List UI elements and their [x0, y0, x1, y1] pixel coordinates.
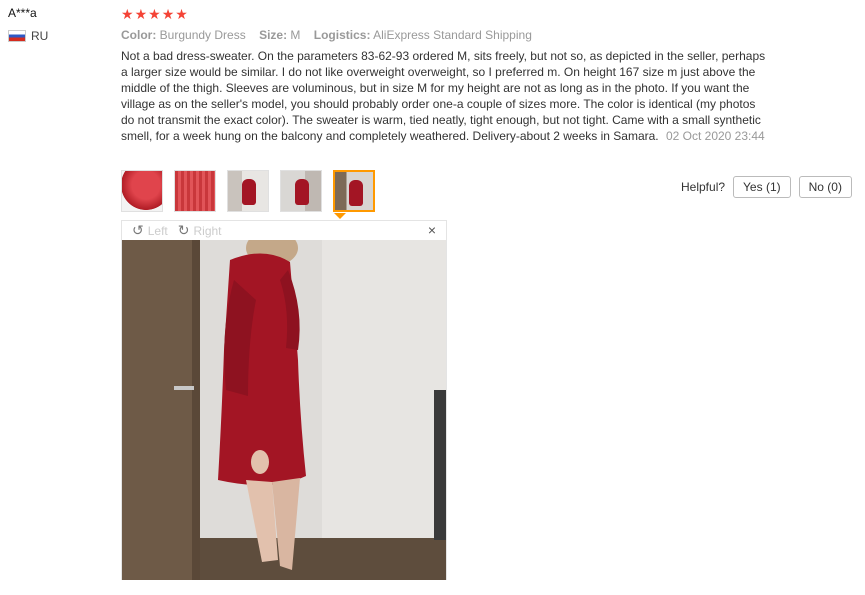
color-value: Burgundy Dress — [159, 28, 246, 42]
viewer-toolbar: ↺ Left ↻ Right × — [122, 221, 446, 240]
photo-thumb-3[interactable] — [227, 170, 269, 212]
star-icon: ★ — [161, 6, 175, 22]
rotate-left-icon: ↺ — [132, 222, 144, 238]
country-code: RU — [31, 29, 49, 43]
photo-thumb-5[interactable] — [333, 170, 375, 212]
order-attributes: Color: Burgundy Dress Size: M Logistics:… — [121, 28, 532, 42]
size-label: Size: — [259, 28, 288, 42]
star-icon: ★ — [175, 6, 188, 22]
rotate-right-button[interactable]: ↻ Right — [178, 222, 222, 239]
active-thumb-caret-icon — [334, 213, 346, 219]
photo-thumb-2[interactable] — [174, 170, 216, 212]
rotate-left-button[interactable]: ↺ Left — [132, 222, 168, 239]
russia-flag-icon — [8, 30, 26, 42]
reviewer-country: RU — [8, 29, 48, 43]
logistics-value: AliExpress Standard Shipping — [373, 28, 532, 42]
photo-viewer: ↺ Left ↻ Right × — [121, 220, 447, 580]
reviewer-name: A***a — [8, 6, 37, 20]
star-rating: ★ ★ ★ ★ ★ — [121, 7, 188, 21]
size-value: M — [290, 28, 301, 42]
rotate-left-label: Left — [147, 223, 168, 238]
photo-thumb-1[interactable] — [121, 170, 163, 212]
rotate-right-icon: ↻ — [177, 222, 190, 238]
review-text-block: Not a bad dress-sweater. On the paramete… — [121, 48, 771, 144]
star-icon: ★ — [148, 6, 161, 22]
review-date: 02 Oct 2020 23:44 — [665, 129, 765, 143]
enlarged-photo-image — [122, 240, 446, 580]
enlarged-photo — [122, 240, 446, 580]
helpful-vote: Helpful? Yes (1) No (0) — [681, 176, 860, 198]
star-icon: ★ — [121, 6, 134, 22]
logistics-label: Logistics: — [313, 28, 371, 42]
photo-thumb-4[interactable] — [280, 170, 322, 212]
color-label: Color: — [121, 28, 157, 42]
helpful-no-button[interactable]: No (0) — [798, 176, 852, 198]
close-icon[interactable]: × — [428, 222, 436, 238]
helpful-label: Helpful? — [681, 180, 726, 194]
rotate-right-label: Right — [193, 223, 222, 238]
star-icon: ★ — [134, 6, 148, 22]
helpful-yes-button[interactable]: Yes (1) — [733, 176, 791, 198]
photo-thumbnails — [121, 170, 386, 212]
